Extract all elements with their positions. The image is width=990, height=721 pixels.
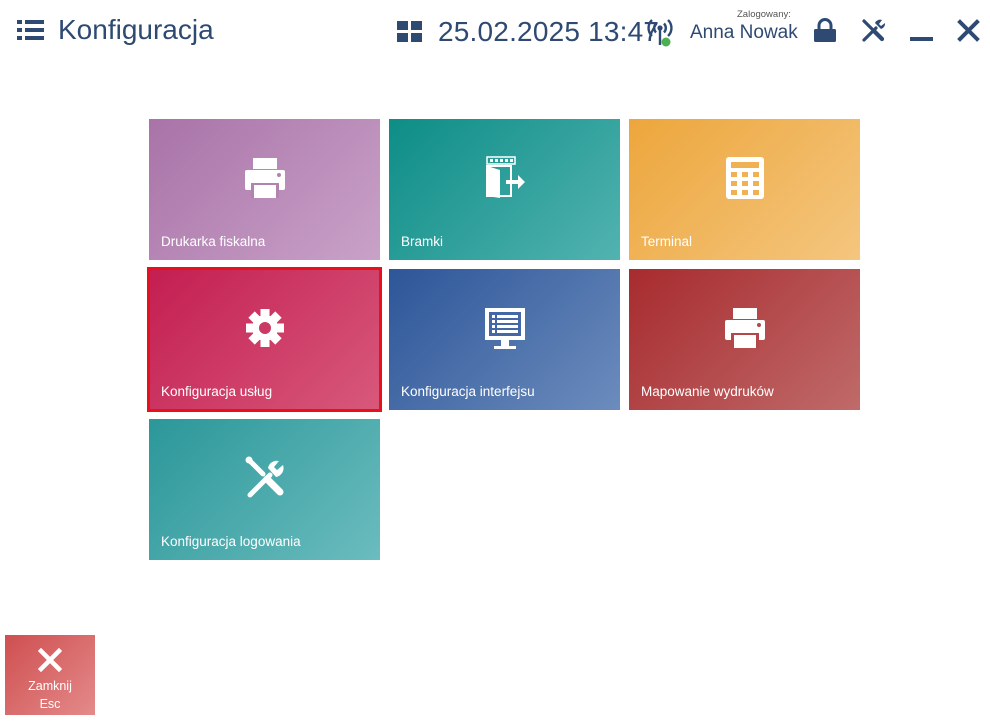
tile-label: Terminal [641,234,693,249]
gear-icon [245,309,284,347]
logged-in-label: Zalogowany: [737,9,791,20]
tiles-view-icon[interactable] [397,21,422,42]
header-bar: Konfiguracja 25.02.2025 13:47 Zalogowany… [0,0,990,64]
printer-icon [244,158,285,198]
menu-icon[interactable] [17,19,44,41]
tile-label: Drukarka fiskalna [161,234,266,249]
close-button-shortcut: Esc [39,697,61,711]
tile-label: Konfiguracja interfejsu [401,384,535,399]
tools-icon [245,456,284,498]
close-icon [38,648,62,672]
tile-label: Konfiguracja usług [161,384,273,399]
tile-login-configuration[interactable]: Konfiguracja logowania [149,419,380,560]
monitor-icon [484,308,525,349]
user-name: Anna Nowak [690,22,798,43]
close-esc-button[interactable]: Zamknij Esc [5,635,95,715]
tile-label: Konfiguracja logowania [161,534,301,549]
calculator-icon [725,157,764,199]
printer-icon [724,308,765,348]
tile-interface-configuration[interactable]: Konfiguracja interfejsu [389,269,620,410]
tile-terminal[interactable]: Terminal [629,119,860,260]
page-title: Konfiguracja [58,14,214,45]
tools-icon[interactable] [861,18,886,43]
close-button-label: Zamknij [28,679,72,693]
tile-label: Bramki [401,234,444,249]
tile-gates[interactable]: Bramki [389,119,620,260]
lock-icon[interactable] [813,18,837,43]
tile-service-configuration[interactable]: Konfiguracja usług [147,267,382,412]
tile-print-mapping[interactable]: Mapowanie wydruków [629,269,860,410]
close-icon[interactable] [957,19,980,42]
tile-fiscal-printer[interactable]: Drukarka fiskalna [149,119,380,260]
connection-status-icon [647,19,673,47]
minimize-icon[interactable] [910,18,933,43]
current-datetime: 25.02.2025 13:47 [438,16,660,47]
gate-icon [485,156,525,198]
tile-label: Mapowanie wydruków [641,384,774,399]
